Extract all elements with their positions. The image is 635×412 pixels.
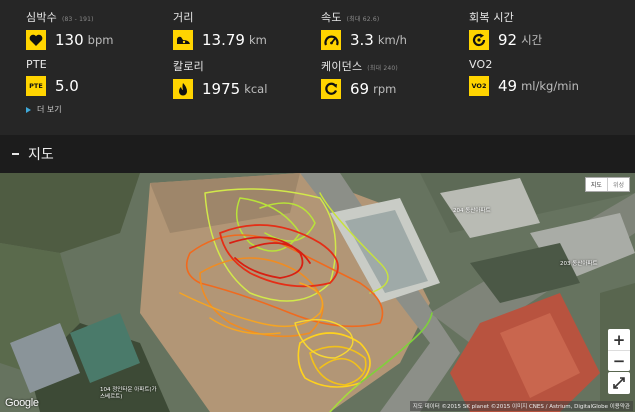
map-type-satellite-button[interactable]: 위성	[606, 178, 629, 191]
cadence-stat: 케이던스 (최대 240) 69 rpm	[321, 58, 398, 99]
distance-label: 거리	[173, 11, 194, 24]
speed-stat: 속도 (최대 62.6) 3.3 km/h	[321, 9, 407, 50]
zoom-in-button[interactable]: +	[608, 329, 630, 350]
collapse-icon	[12, 153, 19, 155]
pte-icon: PTE	[26, 76, 46, 96]
show-more-link[interactable]: 더 보기	[26, 104, 62, 115]
map-attribution[interactable]: 지도 데이터 ©2015 SK planet ©2015 이미지 CNES / …	[409, 401, 633, 411]
distance-value: 13.79	[202, 31, 245, 49]
zoom-out-button[interactable]: −	[608, 350, 630, 371]
cadence-icon	[321, 79, 341, 99]
fullscreen-button[interactable]	[608, 372, 630, 394]
map-type-map-button[interactable]: 지도	[586, 178, 607, 191]
heart-rate-label: 심박수 (83 - 191)	[26, 11, 94, 24]
speed-max: (최대 62.6)	[346, 16, 380, 23]
distance-stat: 거리 13.79 km	[173, 9, 267, 50]
map-section-title: 지도	[28, 147, 54, 163]
calories-value: 1975	[202, 80, 241, 98]
recovery-unit: 시간	[521, 33, 543, 47]
speedometer-icon	[321, 30, 341, 50]
heart-rate-unit: bpm	[87, 33, 114, 47]
heart-rate-range: (83 - 191)	[61, 16, 94, 23]
pte-label: PTE	[26, 58, 47, 71]
map-label-building-203: 203 동산아파트	[560, 261, 598, 267]
google-logo[interactable]: Google	[5, 397, 39, 409]
map-label-building-204: 204 동산아파트	[453, 208, 491, 214]
calories-unit: kcal	[244, 82, 268, 96]
vo2-label: VO2	[469, 58, 493, 71]
calories-stat: 칼로리 1975 kcal	[173, 58, 267, 99]
expand-arrow-icon	[26, 106, 31, 113]
satellite-map-image	[0, 173, 635, 412]
vo2-value: 49	[498, 77, 518, 95]
speed-value: 3.3	[350, 31, 374, 49]
shoe-icon	[173, 30, 193, 50]
map-type-toggle[interactable]: 지도 위성	[584, 177, 630, 192]
heart-rate-value: 130	[55, 31, 84, 49]
recovery-stat: 회복 시간 92 시간	[469, 9, 542, 50]
recovery-value: 92	[498, 31, 518, 49]
map-section-header[interactable]: 지도	[0, 135, 635, 173]
expand-icon	[613, 377, 625, 389]
zoom-control: + −	[608, 329, 630, 371]
cadence-label: 케이던스 (최대 240)	[321, 60, 398, 73]
recovery-icon	[469, 30, 489, 50]
speed-label: 속도 (최대 62.6)	[321, 11, 380, 24]
cadence-max: (최대 240)	[367, 65, 398, 72]
cadence-value: 69	[350, 80, 370, 98]
vo2-icon: VO2	[469, 76, 489, 96]
vo2-stat: VO2 VO2 49 ml/kg/min	[469, 58, 579, 96]
map-label-jungin-town: 104 정인타운 아파트(가스베르트)	[100, 387, 157, 400]
cadence-unit: rpm	[373, 82, 397, 96]
recovery-label: 회복 시간	[469, 11, 514, 24]
heart-rate-stat: 심박수 (83 - 191) 130 bpm	[26, 9, 113, 50]
flame-icon	[173, 79, 193, 99]
vo2-unit: ml/kg/min	[521, 79, 579, 93]
calories-label: 칼로리	[173, 60, 204, 73]
stats-panel: 심박수 (83 - 191) 130 bpm 거리 13.79 km 속도 (최대 …	[0, 0, 635, 135]
distance-unit: km	[248, 33, 267, 47]
show-more-label: 더 보기	[37, 105, 62, 114]
speed-unit: km/h	[377, 33, 407, 47]
heart-icon	[26, 30, 46, 50]
map-view[interactable]: 204 동산아파트 203 동산아파트 104 정인타운 아파트(가스베르트) …	[0, 173, 635, 412]
pte-stat: PTE PTE 5.0	[26, 58, 79, 96]
pte-value: 5.0	[55, 77, 79, 95]
